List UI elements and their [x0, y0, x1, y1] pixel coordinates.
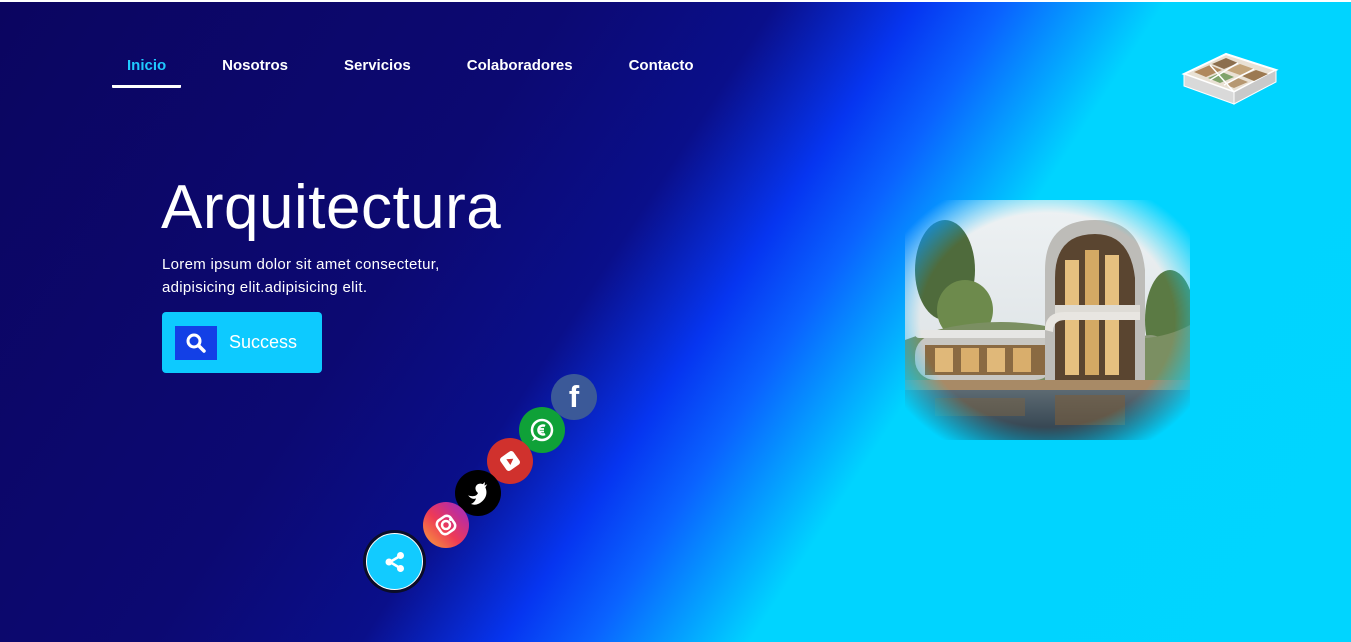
hero-house-image — [905, 200, 1195, 440]
modern-house-illustration — [905, 200, 1195, 440]
instagram-button[interactable] — [423, 502, 469, 548]
nav-item-inicio[interactable]: Inicio — [112, 50, 182, 88]
success-button-label: Success — [229, 332, 298, 352]
share-icon — [385, 551, 404, 572]
instagram-icon — [435, 514, 457, 536]
nav-item-contacto[interactable]: Contacto — [614, 50, 709, 88]
youtube-icon — [500, 451, 520, 471]
search-icon — [175, 325, 217, 360]
main-nav: Inicio Nosotros Servicios Colaboradores … — [112, 50, 735, 90]
logo[interactable] — [1180, 40, 1280, 112]
top-border — [0, 0, 1351, 2]
share-toggle-inner — [366, 533, 423, 590]
nav-item-colaboradores[interactable]: Colaboradores — [452, 50, 588, 88]
success-button[interactable]: Success — [162, 312, 322, 373]
whatsapp-icon — [530, 418, 554, 442]
hero-description: Lorem ipsum dolor sit amet consectetur, … — [162, 256, 440, 296]
facebook-icon: f — [568, 379, 580, 414]
hero-title: Arquitectura — [161, 173, 502, 242]
nav-item-servicios[interactable]: Servicios — [329, 50, 426, 88]
house-floorplan-logo-icon — [1181, 52, 1279, 105]
share-toggle-button[interactable] — [363, 530, 426, 593]
twitter-icon — [468, 482, 488, 505]
nav-item-nosotros[interactable]: Nosotros — [207, 50, 303, 88]
